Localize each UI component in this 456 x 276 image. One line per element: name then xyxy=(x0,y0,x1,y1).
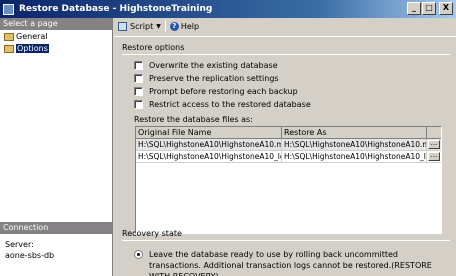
restore-with-recovery-option[interactable]: Leave the database ready to use by rolli… xyxy=(134,249,439,276)
close-button[interactable]: X xyxy=(439,2,453,15)
nav-item-label: General xyxy=(16,32,48,41)
file-mapping-grid: Original File Name Restore As H:\SQL\Hig… xyxy=(135,126,442,234)
original-file-cell: H:\SQL\HighstoneA10\HighstoneA10.mdf xyxy=(138,139,282,150)
server-value: aone-sbs-db xyxy=(5,251,55,260)
checkbox-label: Prompt before restoring each backup xyxy=(149,87,298,96)
toolbar: Script ▼ ? Help xyxy=(114,18,456,34)
dropdown-arrow-icon[interactable]: ▼ xyxy=(156,23,161,30)
toolbar-divider xyxy=(114,36,456,37)
checkbox-label: Preserve the replication settings xyxy=(149,74,279,83)
connection-header: Connection xyxy=(0,222,112,234)
options-page: Restore options Overwrite the existing d… xyxy=(114,34,456,276)
script-label: Script xyxy=(130,21,154,31)
minimize-button[interactable]: _ xyxy=(407,2,421,15)
restore-as-cell[interactable]: H:\SQL\HighstoneA10\HighstoneA10.mdf xyxy=(282,139,427,150)
column-header-spacer xyxy=(427,127,441,138)
script-button[interactable]: Script ▼ xyxy=(114,21,161,31)
browse-button[interactable]: ... xyxy=(428,152,440,161)
window-controls: _ □ X xyxy=(407,2,453,15)
prompt-before-restore-checkbox[interactable] xyxy=(134,87,143,96)
prompt-before-restore-checkbox-row[interactable]: Prompt before restoring each backup xyxy=(134,87,298,96)
browse-button[interactable]: ... xyxy=(428,140,440,149)
nav-item-label: Options xyxy=(16,44,49,53)
database-icon xyxy=(3,3,14,15)
section-divider xyxy=(122,240,450,241)
browse-cell: ... xyxy=(427,139,441,150)
restore-options-title: Restore options xyxy=(122,43,185,52)
grid-header: Original File Name Restore As xyxy=(136,127,441,139)
checkbox-label: Restrict access to the restored database xyxy=(149,100,311,109)
restore-with-recovery-radio[interactable] xyxy=(134,250,143,259)
help-button[interactable]: ? Help xyxy=(169,21,200,31)
restrict-access-checkbox-row[interactable]: Restrict access to the restored database xyxy=(134,100,311,109)
page-selector-pane: Select a page General Options xyxy=(0,18,113,276)
window-title: Restore Database - HighstoneTraining xyxy=(19,4,213,14)
maximize-button[interactable]: □ xyxy=(422,2,436,15)
preserve-replication-checkbox[interactable] xyxy=(134,74,143,83)
restrict-access-checkbox[interactable] xyxy=(134,100,143,109)
browse-cell: ... xyxy=(427,151,441,162)
nav-item-general[interactable]: General xyxy=(0,31,112,42)
select-page-header: Select a page xyxy=(0,18,112,30)
recovery-state-title: Recovery state xyxy=(122,229,182,238)
table-row[interactable]: H:\SQL\HighstoneA10\HighstoneA10.mdf H:\… xyxy=(136,139,441,151)
column-header-restore-as[interactable]: Restore As xyxy=(282,127,427,138)
script-icon xyxy=(118,21,127,31)
page-icon xyxy=(3,32,14,41)
page-icon xyxy=(3,44,14,53)
preserve-replication-checkbox-row[interactable]: Preserve the replication settings xyxy=(134,74,279,83)
column-header-original-file[interactable]: Original File Name xyxy=(136,127,282,138)
nav-item-options[interactable]: Options xyxy=(0,43,112,54)
table-row[interactable]: H:\SQL\HighstoneA10\HighstoneA10_log... … xyxy=(136,151,441,163)
overwrite-checkbox-row[interactable]: Overwrite the existing database xyxy=(134,61,278,70)
title-bar: Restore Database - HighstoneTraining _ □… xyxy=(0,0,456,18)
restore-files-label: Restore the database files as: xyxy=(134,115,253,124)
original-file-cell: H:\SQL\HighstoneA10\HighstoneA10_log... xyxy=(138,151,282,162)
restore-as-cell[interactable]: H:\SQL\HighstoneA10\HighstoneA10_log... xyxy=(282,151,427,162)
section-divider xyxy=(122,54,450,55)
server-label: Server: xyxy=(5,240,34,249)
radio-label: Leave the database ready to use by rolli… xyxy=(149,250,432,276)
overwrite-checkbox[interactable] xyxy=(134,61,143,70)
help-label: Help xyxy=(180,21,200,31)
help-icon: ? xyxy=(169,21,179,31)
checkbox-label: Overwrite the existing database xyxy=(149,61,278,70)
toolbar-separator xyxy=(164,20,166,32)
